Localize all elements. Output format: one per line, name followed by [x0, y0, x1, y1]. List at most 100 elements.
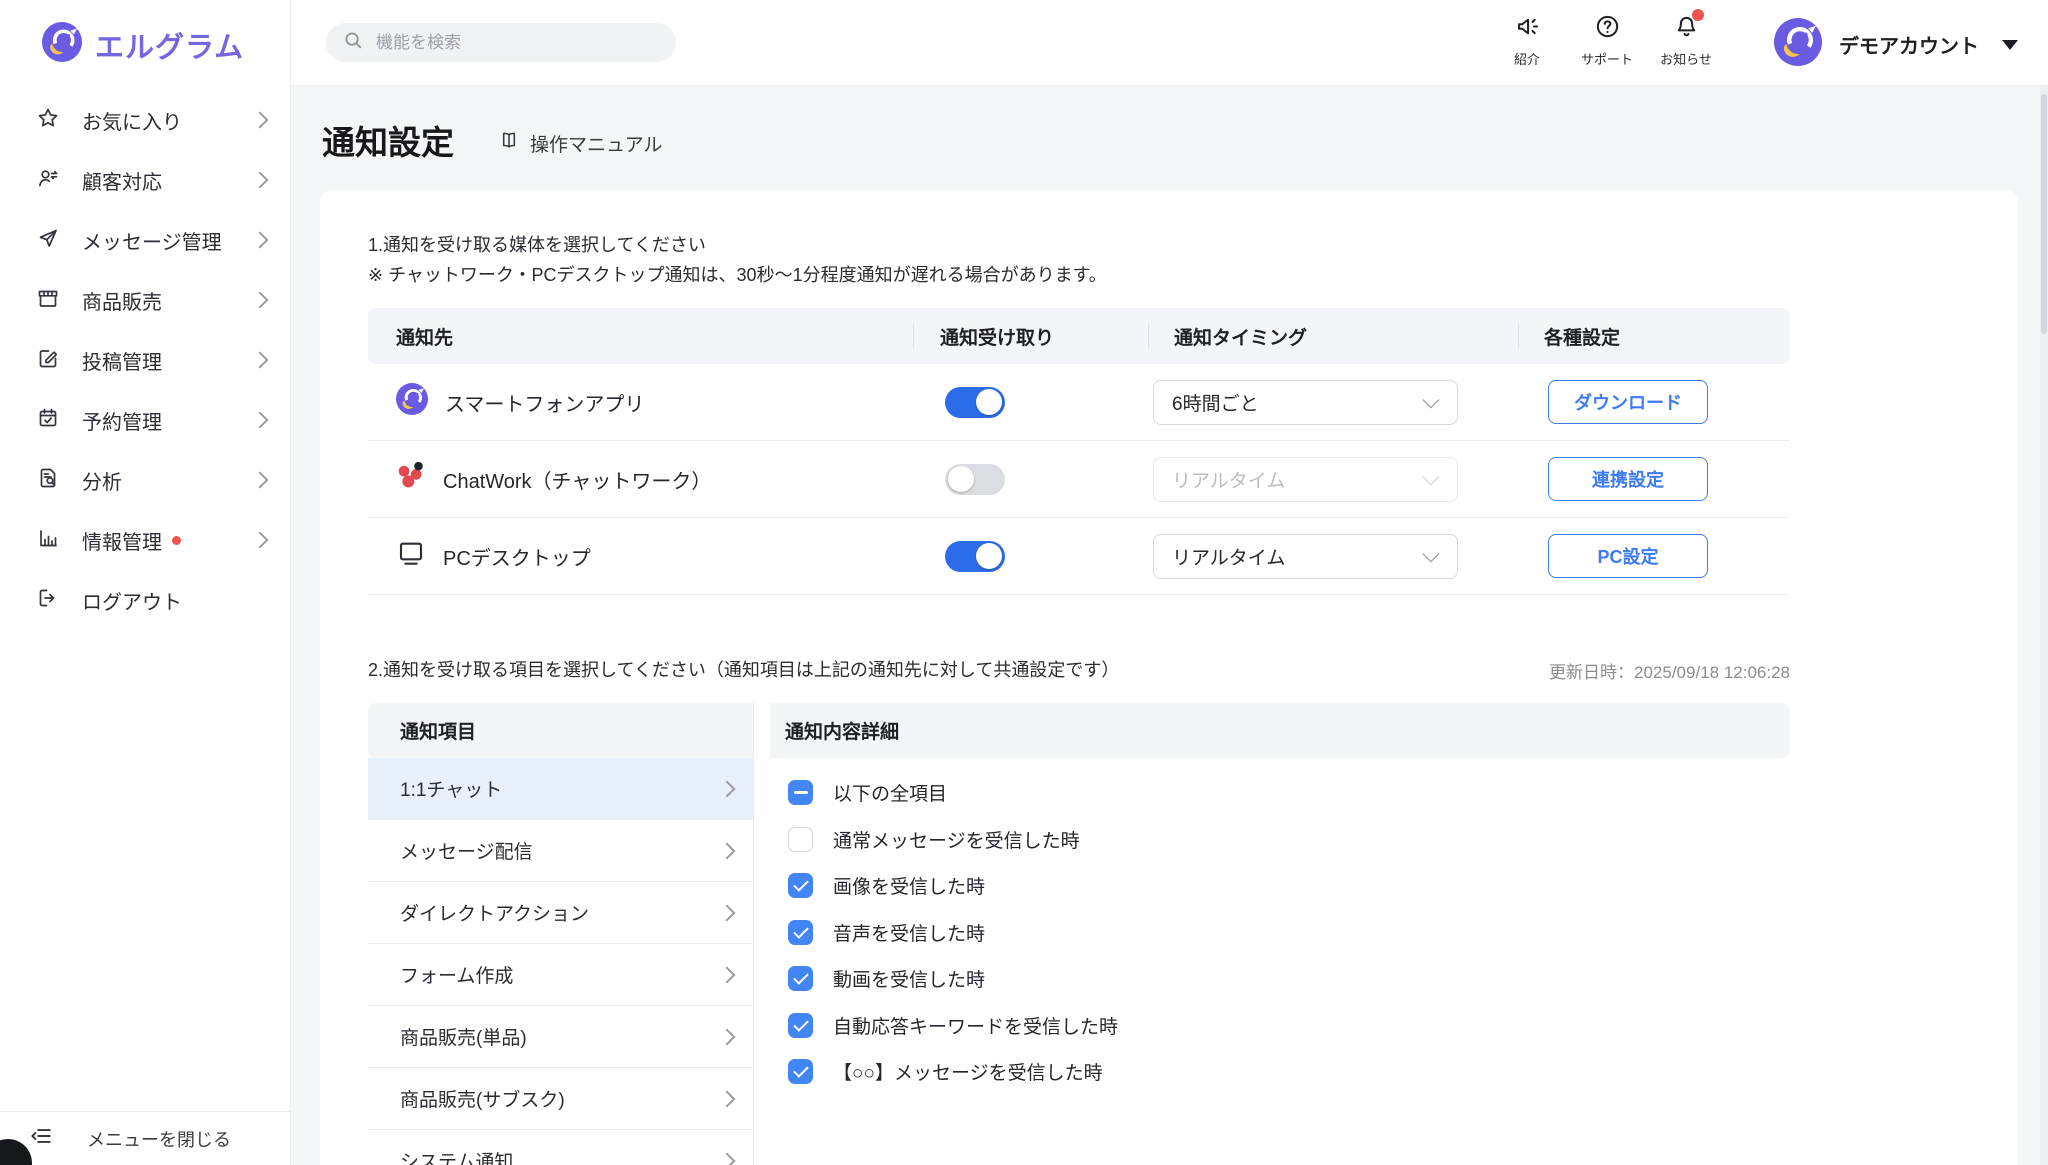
collapse-menu-button[interactable]: メニューを閉じる	[0, 1111, 290, 1165]
chevron-right-icon	[252, 292, 269, 309]
detail-row-all-items: 以下の全項目	[788, 780, 1790, 805]
detail-row-image-received: 画像を受信した時	[788, 873, 1790, 898]
media-name: スマートフォンアプリ	[445, 388, 644, 417]
manual-link[interactable]: 操作マニュアル	[498, 129, 662, 157]
sidebar-item-product-sales[interactable]: 商品販売	[0, 270, 290, 330]
notification-dot	[172, 536, 181, 545]
chevron-right-icon	[252, 172, 269, 189]
star-icon	[36, 106, 60, 135]
category-message-delivery[interactable]: メッセージ配信	[368, 820, 753, 882]
pc-settings-button[interactable]: PC設定	[1548, 534, 1708, 578]
sidebar-item-customer-support[interactable]: 顧客対応	[0, 150, 290, 210]
bar-chart-icon	[36, 526, 60, 555]
checkbox-auto-response-keyword[interactable]	[788, 1013, 813, 1038]
chevron-right-icon	[719, 1028, 736, 1045]
category-list: 通知項目 1:1チャット メッセージ配信 ダイレクトアクション フォーム作成	[368, 703, 754, 1165]
megaphone-icon	[1514, 13, 1541, 45]
detail-row-normal-message: 通常メッセージを受信した時	[788, 827, 1790, 852]
logout-icon	[36, 586, 60, 615]
column-settings: 各種設定	[1544, 308, 1620, 364]
updated-timestamp: 更新日時：2025/09/18 12:06:28	[1549, 658, 1790, 683]
timing-select-pc-desktop[interactable]: リアルタイム	[1153, 534, 1458, 579]
download-button[interactable]: ダウンロード	[1548, 380, 1708, 424]
detail-row-audio-received: 音声を受信した時	[788, 920, 1790, 945]
category-form-creation[interactable]: フォーム作成	[368, 944, 753, 1006]
checkbox-audio-received[interactable]	[788, 920, 813, 945]
checkbox-normal-message[interactable]	[788, 827, 813, 852]
media-table-header: 通知先 通知受け取り 通知タイミング 各種設定	[368, 308, 1790, 364]
toggle-chatwork-notifications[interactable]	[945, 464, 1005, 495]
media-section-note: ※ チャットワーク・PCデスクトップ通知は、30秒〜1分程度通知が遅れる場合があ…	[368, 260, 1107, 290]
referral-button[interactable]: 紹介	[1482, 13, 1572, 68]
desktop-icon	[396, 538, 426, 574]
brand-name: エルグラム	[95, 24, 244, 66]
chevron-right-icon	[719, 780, 736, 797]
sidebar-item-analysis[interactable]: 分析	[0, 450, 290, 510]
edit-icon	[36, 346, 60, 375]
checkbox-all-items[interactable]	[788, 780, 813, 805]
column-divider	[1518, 323, 1519, 349]
timing-select-smartphone[interactable]: 6時間ごと	[1153, 380, 1458, 425]
checkbox-marked-message[interactable]	[788, 1059, 813, 1084]
chevron-down-icon	[1422, 391, 1439, 408]
category-list-header: 通知項目	[368, 703, 753, 758]
detail-row-auto-response-keyword: 自動応答キーワードを受信した時	[788, 1013, 1790, 1038]
sidebar-item-favorites[interactable]: お気に入り	[0, 90, 290, 150]
sidebar-item-reservation-management[interactable]: 予約管理	[0, 390, 290, 450]
elgram-app-icon	[396, 383, 428, 421]
toggle-pc-desktop-notifications[interactable]	[945, 541, 1005, 572]
notification-badge	[1692, 9, 1704, 21]
category-system-notification[interactable]: システム通知	[368, 1130, 753, 1165]
column-destination: 通知先	[396, 308, 453, 364]
announcements-button[interactable]: お知らせ	[1641, 13, 1731, 68]
sidebar: エルグラム お気に入り 顧客対応 メッセージ管理 商品販売	[0, 0, 291, 1165]
scrollbar-thumb[interactable]	[2041, 94, 2047, 334]
checkbox-video-received[interactable]	[788, 966, 813, 991]
settings-card: 1.通知を受け取る媒体を選択してください ※ チャットワーク・PCデスクトップ通…	[320, 190, 2018, 1165]
media-section-heading: 1.通知を受け取る媒体を選択してください ※ チャットワーク・PCデスクトップ通…	[368, 230, 1107, 290]
customer-icon	[36, 166, 60, 195]
toggle-smartphone-notifications[interactable]	[945, 387, 1005, 418]
chevron-right-icon	[719, 904, 736, 921]
detail-row-marked-message: 【○○】メッセージを受信した時	[788, 1059, 1790, 1084]
media-table: 通知先 通知受け取り 通知タイミング 各種設定	[368, 308, 1790, 595]
media-name: ChatWork（チャットワーク）	[443, 465, 711, 494]
sidebar-item-info-management[interactable]: 情報管理	[0, 510, 290, 570]
column-divider	[913, 323, 914, 349]
sidebar-item-post-management[interactable]: 投稿管理	[0, 330, 290, 390]
toggle-knob	[976, 389, 1002, 415]
sidebar-item-message-management[interactable]: メッセージ管理	[0, 210, 290, 270]
app-logo[interactable]: エルグラム	[42, 22, 244, 67]
detail-panel: 通知内容詳細 以下の全項目 通常メッセージを受信した時 画像を受信した時	[770, 703, 1790, 1165]
chevron-right-icon	[252, 352, 269, 369]
chevron-right-icon	[252, 472, 269, 489]
notification-settings-page: エルグラム お気に入り 顧客対応 メッセージ管理 商品販売	[0, 0, 2048, 1165]
caret-down-icon	[2002, 40, 2018, 50]
support-button[interactable]: サポート	[1562, 13, 1652, 68]
category-direct-action[interactable]: ダイレクトアクション	[368, 882, 753, 944]
category-product-sales-subscription[interactable]: 商品販売(サブスク)	[368, 1068, 753, 1130]
chevron-right-icon	[719, 842, 736, 859]
scrollbar[interactable]	[2040, 86, 2048, 1165]
account-menu[interactable]: デモアカウント	[1774, 18, 2018, 71]
media-name: PCデスクトップ	[443, 542, 591, 571]
chevron-down-icon	[1422, 468, 1439, 485]
checkbox-image-received[interactable]	[788, 873, 813, 898]
analysis-icon	[36, 466, 60, 495]
category-product-sales-single[interactable]: 商品販売(単品)	[368, 1006, 753, 1068]
chatwork-link-settings-button[interactable]: 連携設定	[1548, 457, 1708, 501]
media-row-smartphone: スマートフォンアプリ 6時間ごと ダウンロード	[368, 364, 1790, 441]
bell-icon	[1673, 13, 1700, 45]
help-circle-icon	[1594, 13, 1621, 45]
category-1on1-chat[interactable]: 1:1チャット	[368, 758, 753, 820]
search-input[interactable]	[374, 32, 668, 54]
account-name: デモアカウント	[1839, 30, 1979, 59]
chevron-right-icon	[719, 966, 736, 983]
column-receive: 通知受け取り	[940, 308, 1054, 364]
calendar-icon	[36, 406, 60, 435]
toggle-knob	[976, 543, 1002, 569]
detail-checkbox-list: 以下の全項目 通常メッセージを受信した時 画像を受信した時 音声を受信した時	[770, 758, 1790, 1084]
sidebar-item-logout[interactable]: ログアウト	[0, 570, 290, 630]
top-header: 紹介 サポート お知らせ デモアカウント	[290, 0, 2048, 86]
collapse-menu-icon	[28, 1123, 54, 1154]
